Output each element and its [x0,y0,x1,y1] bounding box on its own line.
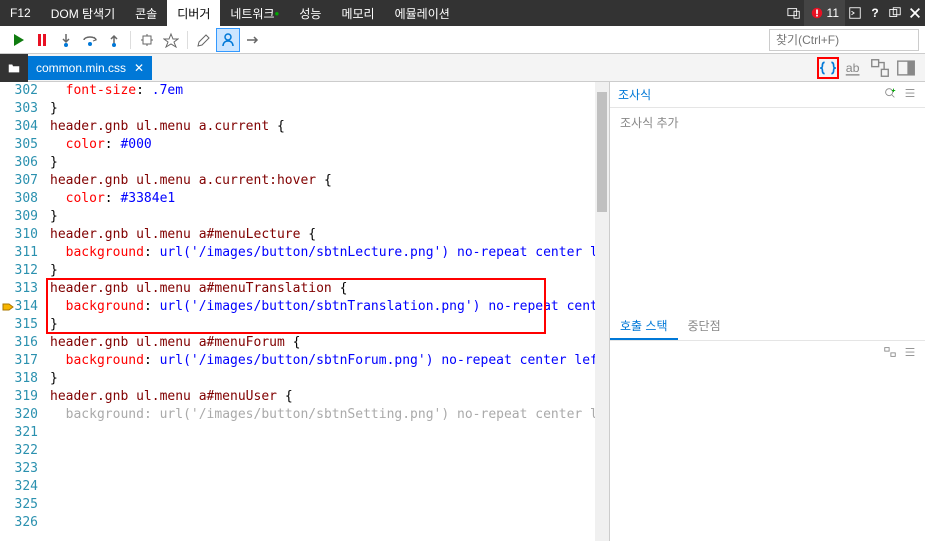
line-number[interactable]: 320 [0,406,38,424]
line-number[interactable]: 309 [0,208,38,226]
code-line: background: url('/images/button/sbtnLect… [50,244,595,262]
code-line: header.gnb ul.menu a.current:hover { [50,172,595,190]
search-input[interactable] [769,29,919,51]
code-editor[interactable]: 3023033043053063073083093103113123133143… [0,82,609,541]
debug-toolbar [0,26,925,54]
code-line: } [50,370,595,388]
callstack-panel-body [610,366,925,541]
scrollbar-thumb[interactable] [597,92,607,212]
exception-button[interactable] [159,28,183,52]
file-tab[interactable]: common.min.css ✕ [28,56,152,80]
just-my-code-button[interactable] [216,28,240,52]
line-number[interactable]: 306 [0,154,38,172]
line-number[interactable]: 323 [0,460,38,478]
step-into-button[interactable] [54,28,78,52]
search-box [769,29,919,51]
breakpoints-tab[interactable]: 중단점 [678,313,731,340]
callstack-icon-2[interactable] [903,345,917,362]
side-panel: 조사식 조사식 추가 호출 스택 중단점 [609,82,925,541]
error-badge[interactable]: 11 [804,0,845,26]
undock-icon[interactable] [885,0,905,26]
line-number[interactable]: 312 [0,262,38,280]
word-wrap-button[interactable]: ab [843,57,865,79]
line-number[interactable]: 315 [0,316,38,334]
line-number[interactable]: 317 [0,352,38,370]
line-number[interactable]: 325 [0,496,38,514]
code-line: header.gnb ul.menu a#menuLecture { [50,226,595,244]
line-number[interactable]: 304 [0,118,38,136]
add-watch-icon[interactable] [883,86,897,103]
code-line: background: url('/images/button/sbtnSett… [50,406,595,424]
devtools-topbar: F12 DOM 탐색기콘솔디버거네트워크 ●성능메모리에뮬레이션 11 ? [0,0,925,26]
main-area: 3023033043053063073083093103113123133143… [0,82,925,541]
break-new-worker-button[interactable] [135,28,159,52]
line-number[interactable]: 322 [0,442,38,460]
file-tabbar: common.min.css ✕ ab [0,54,925,82]
step-out-button[interactable] [102,28,126,52]
line-number[interactable]: 318 [0,370,38,388]
console-icon[interactable] [845,0,865,26]
top-tab-3[interactable]: 네트워크 ● [220,0,289,26]
top-tab-6[interactable]: 에뮬레이션 [385,0,460,26]
line-number[interactable]: 310 [0,226,38,244]
top-tab-1[interactable]: 콘솔 [125,0,167,26]
source-map-button[interactable] [869,57,891,79]
line-number[interactable]: 302 [0,82,38,100]
close-icon[interactable] [905,0,925,26]
pause-button[interactable] [30,28,54,52]
vertical-scrollbar[interactable] [595,82,609,541]
svg-text:ab: ab [846,61,860,75]
pretty-print-button[interactable] [817,57,839,79]
code-line: } [50,100,595,118]
f12-label: F12 [0,0,41,26]
code-line: header.gnb ul.menu a#menuUser { [50,388,595,406]
error-count: 11 [827,6,839,20]
watch-panel-body [610,137,925,313]
line-number[interactable]: 326 [0,514,38,532]
line-number[interactable]: 316 [0,334,38,352]
step-over-button[interactable] [78,28,102,52]
bottom-panel-tabs: 호출 스택 중단점 [610,313,925,341]
line-number[interactable]: 319 [0,388,38,406]
line-number[interactable]: 324 [0,478,38,496]
file-picker-button[interactable] [0,54,28,82]
top-tab-2[interactable]: 디버거 [167,0,220,26]
code-line: } [50,208,595,226]
watch-panel-header: 조사식 [610,82,925,108]
device-icon[interactable] [784,0,804,26]
code-line: color: #000 [50,136,595,154]
top-tab-4[interactable]: 성능 [289,0,331,26]
add-watch-row[interactable]: 조사식 추가 [610,108,925,137]
toggle-panel-button[interactable] [895,57,917,79]
line-number[interactable]: 303 [0,100,38,118]
line-number[interactable]: 308 [0,190,38,208]
line-number[interactable]: 321 [0,424,38,442]
code-line: color: #3384e1 [50,190,595,208]
collapse-watch-icon[interactable] [903,86,917,103]
code-line: header.gnb ul.menu a.current { [50,118,595,136]
watch-panel-title: 조사식 [618,86,651,103]
code-line: background: url('/images/button/sbtnForu… [50,352,595,370]
line-number[interactable]: 313 [0,280,38,298]
top-tab-5[interactable]: 메모리 [331,0,384,26]
breakpoint-toggle-button[interactable] [192,28,216,52]
top-tab-0[interactable]: DOM 탐색기 [41,0,125,26]
continue-button[interactable] [6,28,30,52]
async-button[interactable] [240,28,264,52]
code-content: font-size: .7em}header.gnb ul.menu a.cur… [50,82,595,424]
highlight-box [46,278,546,334]
code-line: } [50,154,595,172]
line-number[interactable]: 307 [0,172,38,190]
tab-close-icon[interactable]: ✕ [134,61,144,75]
file-tab-label: common.min.css [36,61,126,75]
current-line-marker [2,298,18,316]
callstack-icon-1[interactable] [883,345,897,362]
line-number[interactable]: 305 [0,136,38,154]
line-number[interactable]: 311 [0,244,38,262]
code-line: font-size: .7em [50,82,595,100]
code-line: header.gnb ul.menu a#menuForum { [50,334,595,352]
callstack-tab[interactable]: 호출 스택 [610,313,678,340]
help-icon[interactable]: ? [865,0,885,26]
